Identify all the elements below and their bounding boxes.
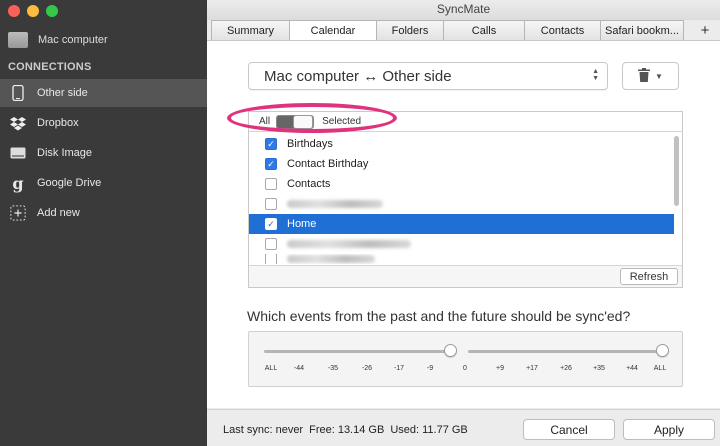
tick-label: -9 — [426, 365, 434, 372]
zoom-window-button[interactable] — [46, 5, 58, 17]
calendar-panel: Mac computer ↔ Other side ▲ ▼ ▼ All Selec… — [207, 40, 720, 408]
device-label: Mac computer — [38, 34, 108, 46]
checkbox[interactable]: ✓ — [265, 158, 277, 170]
device-header[interactable]: Mac computer — [8, 32, 108, 48]
tick-label: ALL — [653, 365, 667, 372]
google-drive-icon: g — [12, 173, 24, 193]
tick-label: 0 — [463, 365, 467, 372]
calendar-name: Contacts — [287, 178, 331, 190]
sidebar-item-label: Add new — [37, 207, 80, 219]
calendar-name: Home — [287, 218, 317, 230]
list-item[interactable]: ✓ Birthdays — [249, 134, 674, 154]
sidebar-item-label: Disk Image — [37, 147, 93, 159]
main-area: SyncMate Summary Calendar Folders Calls … — [207, 0, 720, 446]
sync-range-slider-box: ALL -44 -35 -26 -17 -9 0 +9 +17 +26 +35 … — [248, 331, 683, 387]
calendar-name: Birthdays — [287, 138, 333, 150]
apply-button[interactable]: Apply — [623, 419, 715, 440]
tick-label: -26 — [361, 365, 373, 372]
sidebar-item-disk-image[interactable]: Disk Image — [0, 139, 207, 167]
calendar-list: All Selected ✓ Birthdays ✓ Contact Birth… — [248, 111, 683, 288]
blurred-calendar-name — [287, 200, 383, 208]
tab-calls[interactable]: Calls — [443, 20, 524, 41]
tick-label: -44 — [293, 365, 305, 372]
sync-direction-select[interactable]: Mac computer ↔ Other side ▲ ▼ — [248, 62, 608, 90]
past-slider-track[interactable] — [264, 350, 447, 353]
list-item[interactable] — [249, 254, 674, 264]
highlight-annotation — [227, 103, 397, 133]
phone-icon — [10, 85, 26, 101]
blurred-calendar-name — [287, 255, 375, 263]
tick-label: +44 — [626, 365, 638, 372]
add-tab-button[interactable]: + — [693, 20, 717, 41]
delete-menu-button[interactable]: ▼ — [622, 62, 679, 90]
add-icon — [10, 205, 26, 221]
window-controls — [8, 5, 58, 17]
blurred-calendar-name — [287, 240, 411, 248]
tab-summary[interactable]: Summary — [211, 20, 289, 41]
disk-image-icon — [10, 145, 26, 161]
future-slider-knob[interactable] — [656, 344, 669, 357]
list-item[interactable]: Contacts — [249, 174, 674, 194]
future-slider-track[interactable] — [468, 350, 664, 353]
tab-safari-bookmarks[interactable]: Safari bookm... — [600, 20, 684, 41]
tick-label: +35 — [593, 365, 605, 372]
free-space-text: Free: 13.14 GB — [309, 424, 385, 436]
checkbox[interactable]: ✓ — [265, 218, 277, 230]
list-item[interactable] — [249, 234, 674, 254]
checkbox[interactable] — [265, 238, 277, 250]
checkbox[interactable] — [265, 178, 277, 190]
checkbox[interactable] — [265, 254, 277, 264]
sync-status: Last sync: never Free: 13.14 GB Used: 11… — [223, 424, 468, 436]
checkbox[interactable] — [265, 198, 277, 210]
tab-contacts[interactable]: Contacts — [524, 20, 600, 41]
tick-label: ALL — [264, 365, 278, 372]
connections-heading: CONNECTIONS — [8, 61, 92, 73]
list-item[interactable] — [249, 194, 674, 214]
checkbox[interactable]: ✓ — [265, 138, 277, 150]
dropbox-icon — [10, 115, 26, 131]
sidebar-item-label: Other side — [37, 87, 88, 99]
list-footer: Refresh — [249, 265, 682, 287]
sidebar-item-label: Google Drive — [37, 177, 102, 189]
mac-computer-icon — [8, 32, 28, 48]
sync-direction-value: Mac computer ↔ Other side — [264, 67, 452, 85]
sidebar: Mac computer CONNECTIONS Other side Drop… — [0, 0, 207, 446]
tick-label: +26 — [560, 365, 572, 372]
slider-ticks: ALL -44 -35 -26 -17 -9 0 +9 +17 +26 +35 … — [249, 365, 682, 377]
list-item-selected[interactable]: ✓ Home — [249, 214, 674, 234]
tick-label: -17 — [393, 365, 405, 372]
sidebar-item-google-drive[interactable]: g Google Drive — [0, 169, 207, 197]
tab-folders[interactable]: Folders — [376, 20, 443, 41]
tick-label: -35 — [327, 365, 339, 372]
sidebar-item-label: Dropbox — [37, 117, 79, 129]
footer-bar: Last sync: never Free: 13.14 GB Used: 11… — [207, 409, 720, 446]
trash-icon — [638, 67, 651, 85]
stepper-arrows-icon: ▲ ▼ — [592, 68, 599, 82]
cancel-button[interactable]: Cancel — [523, 419, 615, 440]
minimize-window-button[interactable] — [27, 5, 39, 17]
sidebar-item-add-new[interactable]: Add new — [0, 199, 207, 227]
past-slider-knob[interactable] — [444, 344, 457, 357]
calendar-name: Contact Birthday — [287, 158, 369, 170]
list-item[interactable]: ✓ Contact Birthday — [249, 154, 674, 174]
tick-label: +9 — [496, 365, 504, 372]
refresh-button[interactable]: Refresh — [620, 268, 678, 285]
used-space-text: Used: 11.77 GB — [390, 424, 468, 436]
tab-calendar[interactable]: Calendar — [289, 20, 376, 41]
close-window-button[interactable] — [8, 5, 20, 17]
sync-range-question: Which events from the past and the futur… — [247, 308, 631, 324]
sidebar-item-dropbox[interactable]: Dropbox — [0, 109, 207, 137]
tick-label: +17 — [526, 365, 538, 372]
list-scrollbar[interactable] — [674, 136, 679, 206]
tab-bar: Summary Calendar Folders Calls Contacts … — [211, 20, 684, 41]
last-sync-text: Last sync: never — [223, 424, 304, 436]
window-title: SyncMate — [207, 0, 720, 20]
chevron-down-icon: ▼ — [655, 71, 663, 81]
sidebar-item-other-side[interactable]: Other side — [0, 79, 207, 107]
